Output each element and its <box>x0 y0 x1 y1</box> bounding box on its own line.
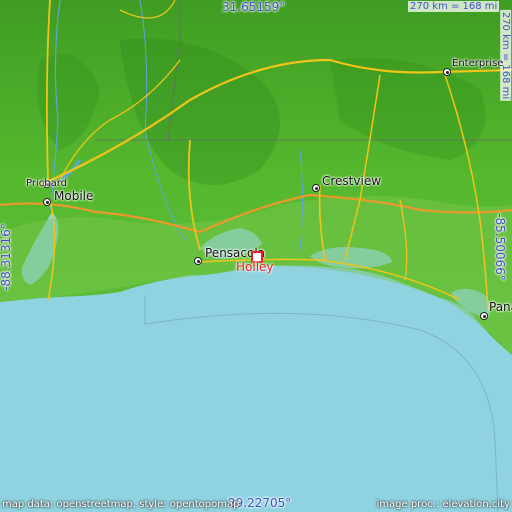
city-marker-mobile <box>43 198 51 206</box>
city-marker-pensacola <box>194 257 202 265</box>
lat-top-label: 31.65159° <box>222 0 286 14</box>
city-marker-panama <box>480 312 488 320</box>
city-label-enterprise: Enterprise <box>452 58 504 69</box>
city-marker-enterprise <box>443 68 451 76</box>
city-label-prichard: Prichard <box>26 178 67 189</box>
main-city-label: Holley <box>236 260 274 274</box>
scale-vertical: 270 km = 168 mi <box>500 9 512 102</box>
city-marker-crestview <box>312 184 320 192</box>
lon-left-label: -88.31316° <box>0 223 13 291</box>
city-label-panama: Pana <box>489 300 512 314</box>
map-credit: map data: openstreetmap, style: opentopo… <box>2 499 240 510</box>
city-label-mobile: Mobile <box>54 189 94 203</box>
lon-right-label: -85.50066° <box>492 213 507 281</box>
image-credit: image proc.: elevation.city <box>376 499 511 510</box>
map-view[interactable]: 31.65159° 29.22705° -88.31316° -85.50066… <box>0 0 512 512</box>
scale-horizontal: 270 km = 168 mi <box>408 1 500 12</box>
city-label-crestview: Crestview <box>322 174 382 188</box>
